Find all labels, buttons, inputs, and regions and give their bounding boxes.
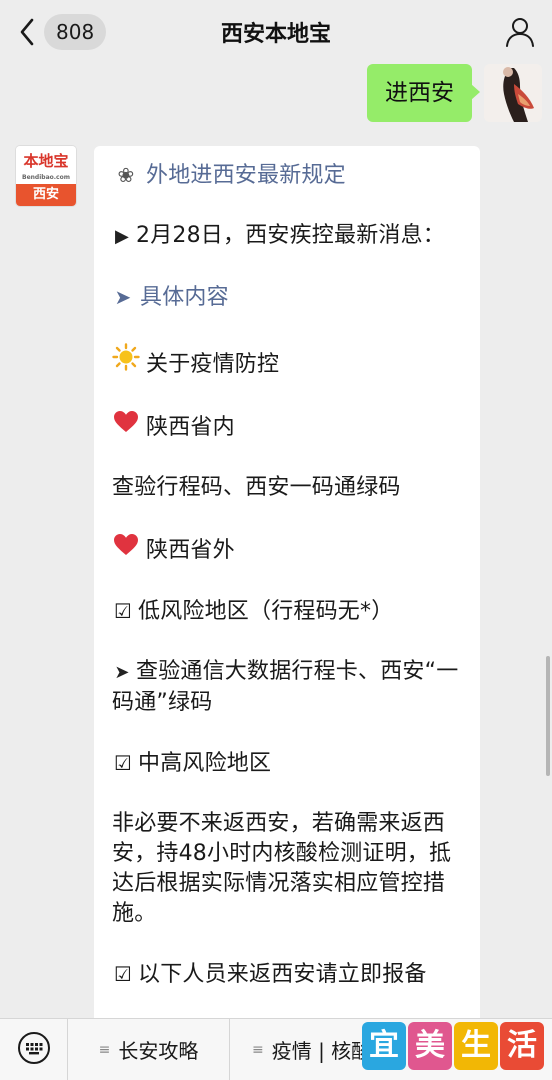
mid-high-risk-line: ☑ 中高风险地区 xyxy=(112,748,462,779)
outgoing-message-row: 进西安 xyxy=(367,64,542,124)
section-title-line: 关于疫情防控 xyxy=(112,343,462,380)
menu-item-label[interactable]: 长安攻略 xyxy=(118,1035,198,1064)
watermark-char: 宜 xyxy=(362,1022,406,1070)
details-link-line[interactable]: ➤ 具体内容 xyxy=(112,282,462,313)
menu-lines-icon: ≡ xyxy=(98,1041,111,1058)
mid-high-text: 非必要不来返西安，若确需来返西安，持48小时内核酸检测证明，抵达后根据实际情况落… xyxy=(112,811,452,926)
triangle-icon: ▶ xyxy=(114,226,130,247)
sun-icon xyxy=(112,343,140,378)
profile-icon[interactable] xyxy=(504,16,536,48)
watermark-char: 活 xyxy=(500,1022,544,1070)
inside-text: 查验行程码、西安一码通绿码 xyxy=(112,475,401,500)
flower-icon: ❀ xyxy=(117,163,135,187)
arrow-icon: ➤ xyxy=(114,285,132,309)
watermark-char: 美 xyxy=(408,1022,452,1070)
low-risk-text-line: ➤ 查验通信大数据行程卡、西安“一码通”绿码 xyxy=(112,657,462,718)
keyboard-toggle-button[interactable] xyxy=(0,1018,68,1080)
section-title: 关于疫情防控 xyxy=(146,352,280,377)
self-avatar[interactable] xyxy=(484,64,542,122)
heart-icon xyxy=(112,533,140,564)
incoming-message-bubble[interactable]: ❀ 外地进西安最新规定 ▶ 2月28日，西安疾控最新消息： ➤ 具体内容 关于疫情防控… xyxy=(94,146,480,1026)
keyboard-icon[interactable] xyxy=(17,1031,51,1069)
unread-count-badge[interactable]: 808 xyxy=(44,14,107,50)
inside-heading: 陕西省内 xyxy=(146,415,235,440)
report-line: ☑ 以下人员来返西安请立即报备 xyxy=(112,959,462,990)
menu-item-label[interactable]: 疫情 | 核酸 xyxy=(272,1035,371,1064)
chevron-left-icon[interactable] xyxy=(14,14,40,50)
logo-top: 本地宝 Bendibao.com xyxy=(16,146,76,184)
mid-high-risk-heading: 中高风险地区 xyxy=(138,751,272,776)
logo-city-text: 西安 xyxy=(16,184,76,206)
outgoing-message-bubble[interactable]: 进西安 xyxy=(367,64,480,122)
date-line: ▶ 2月28日，西安疾控最新消息： xyxy=(112,221,462,252)
message-title[interactable]: 外地进西安最新规定 xyxy=(146,163,346,188)
account-avatar[interactable]: 本地宝 Bendibao.com 西安 xyxy=(16,146,76,206)
outside-heading: 陕西省外 xyxy=(146,538,235,563)
arrow-icon: ➤ xyxy=(114,662,130,683)
scroll-indicator[interactable] xyxy=(546,656,550,776)
navbar: 808 西安本地宝 xyxy=(0,0,552,64)
menu-lines-icon: ≡ xyxy=(252,1041,264,1058)
logo-brand-text: 本地宝 xyxy=(23,152,69,170)
menu-item-changan-guide[interactable]: ≡ 长安攻略 xyxy=(68,1018,230,1080)
back-button[interactable]: 808 xyxy=(14,14,107,50)
low-risk-line: ☑ 低风险地区（行程码无*） xyxy=(112,596,462,627)
low-risk-text: 查验通信大数据行程卡、西安“一码通”绿码 xyxy=(112,659,459,715)
checkbox-icon: ☑ xyxy=(113,962,133,986)
watermark-char: 生 xyxy=(454,1022,498,1070)
low-risk-heading: 低风险地区（行程码无*） xyxy=(138,599,394,624)
watermark: 宜 美 生 活 xyxy=(362,1022,544,1072)
heart-icon xyxy=(112,410,140,441)
message-title-line[interactable]: ❀ 外地进西安最新规定 xyxy=(112,160,462,191)
logo-domain-text: Bendibao.com xyxy=(22,174,70,181)
outside-heading-line: 陕西省外 xyxy=(112,533,462,566)
inside-heading-line: 陕西省内 xyxy=(112,410,462,443)
checkbox-icon: ☑ xyxy=(113,599,133,623)
page-title: 西安本地宝 xyxy=(220,22,331,47)
checkbox-icon: ☑ xyxy=(113,751,133,775)
date-text: 2月28日，西安疾控最新消息： xyxy=(136,223,445,248)
details-link[interactable]: 具体内容 xyxy=(140,285,229,310)
report-text: 以下人员来返西安请立即报备 xyxy=(138,962,427,987)
